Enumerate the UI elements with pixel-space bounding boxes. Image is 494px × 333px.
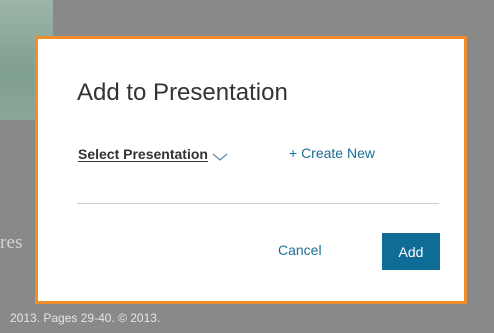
add-to-presentation-dialog: Add to Presentation Select Presentation … [35, 36, 467, 304]
select-presentation-dropdown[interactable]: Select Presentation [78, 146, 228, 162]
divider [77, 203, 439, 204]
background-footer-text: 2013. Pages 29-40. © 2013. [10, 311, 161, 325]
create-new-link[interactable]: + Create New [289, 145, 375, 161]
cancel-button[interactable]: Cancel [278, 242, 322, 258]
background-partial-text: res [0, 232, 23, 253]
select-presentation-label: Select Presentation [78, 146, 208, 162]
add-button[interactable]: Add [382, 233, 440, 270]
chevron-down-icon [212, 149, 228, 161]
dialog-title: Add to Presentation [77, 79, 288, 106]
